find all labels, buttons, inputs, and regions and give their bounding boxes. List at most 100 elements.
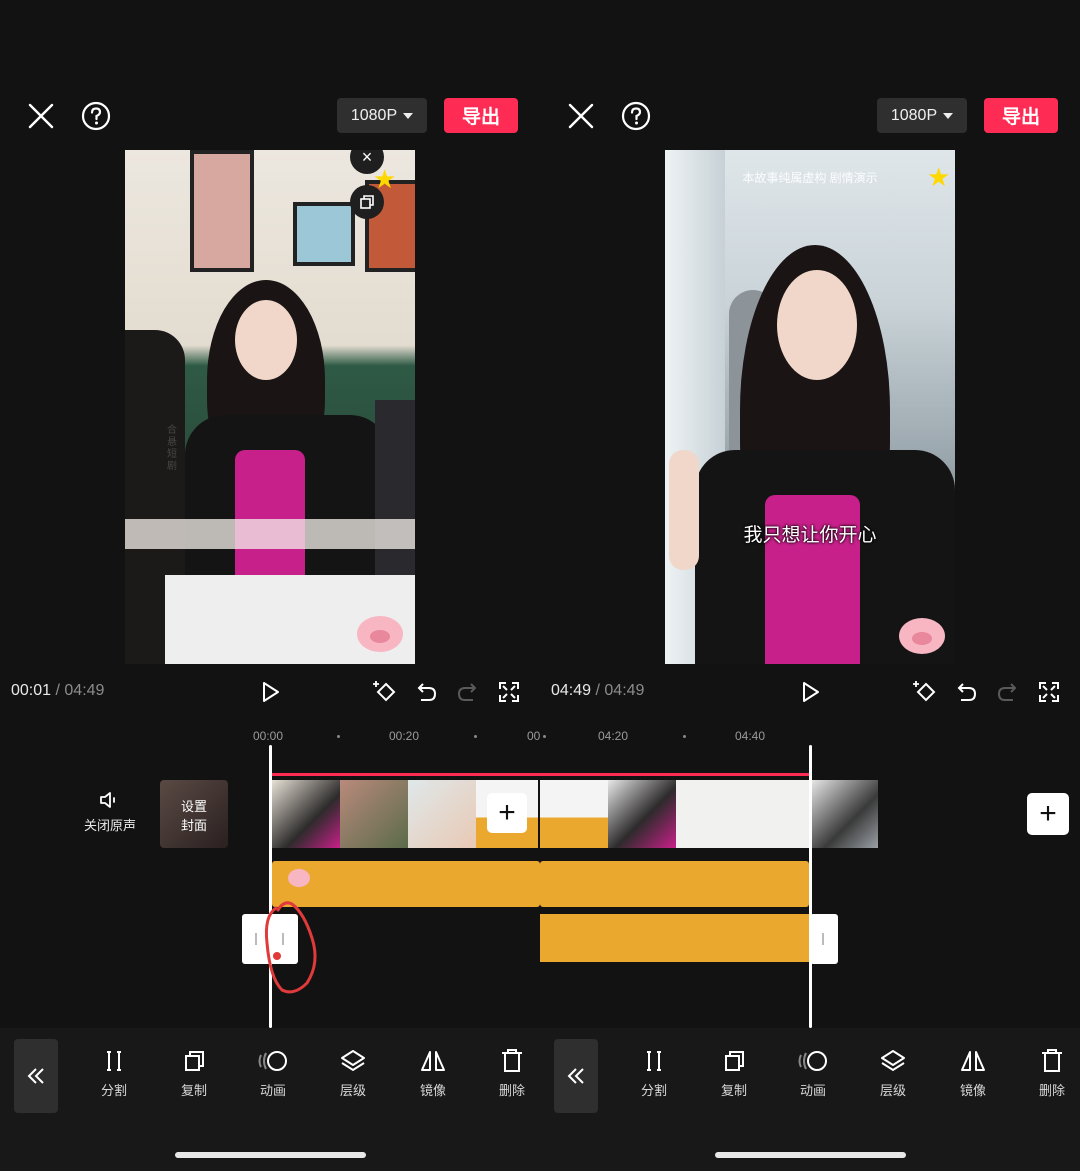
tool-split[interactable]: 分割 [86,1048,142,1099]
resolution-dropdown[interactable]: 1080P [877,98,967,133]
tool-delete[interactable]: 删除 [1024,1048,1080,1099]
collapse-toolbar-button[interactable] [554,1039,598,1113]
double-chevron-left-icon [567,1068,584,1084]
animation-icon [258,1051,287,1071]
delete-icon [1042,1049,1062,1072]
video-preview[interactable]: 合悬短剧 ★ × [125,150,415,664]
tool-layers[interactable]: 层级 [325,1048,381,1099]
timeline-ruler: 04:20 04:40 [540,727,1080,747]
tool-delete[interactable]: 删除 [484,1048,540,1099]
pig-sticker-icon[interactable] [899,618,945,654]
bottom-toolbar: 分割 复制 动画 层级 镜像 删除 [0,1028,540,1171]
ruler-dot [683,735,686,738]
right-editor-panel: 1080P 导出 本故事纯属虚构 剧情演示 我只想让你开心 ★ 04:49 / … [540,0,1080,1171]
caret-down-icon [943,112,954,119]
playhead[interactable] [809,745,812,1028]
clip-thumbnail [676,780,812,848]
tool-layers[interactable]: 层级 [865,1048,921,1099]
subtitle-text[interactable]: 我只想让你开心 [665,520,955,547]
keyframe-icon[interactable] [911,678,939,706]
tool-animation[interactable]: 动画 [245,1048,301,1099]
keyframe-icon[interactable] [371,678,399,706]
close-icon[interactable] [566,101,596,131]
person-face [235,300,297,380]
tool-copy[interactable]: 复制 [706,1048,762,1099]
disclaimer-text: 本故事纯属虚构 剧情演示 [742,171,878,185]
add-transition-button[interactable]: + [487,793,527,833]
total-duration: 04:49 [604,682,645,699]
collapse-toolbar-button[interactable] [14,1039,58,1113]
tool-label: 分割 [100,1083,127,1098]
top-bar: 1080P 导出 [0,0,540,150]
current-time: 04:49 [551,682,592,699]
pig-sticker-icon[interactable] [357,616,403,652]
clip-thumbnail [340,780,408,848]
tool-animation[interactable]: 动画 [785,1048,841,1099]
side-watermark: 合悬短剧 [167,425,177,472]
redo-icon[interactable] [454,678,482,706]
export-button[interactable]: 导出 [444,98,518,133]
tool-label: 动画 [799,1083,826,1098]
tool-label: 层级 [879,1083,906,1098]
clip-thumbnail [540,780,608,848]
ruler-tick: 04:20 [598,729,629,743]
bottom-toolbar: 分割 复制 动画 层级 镜像 删除 [540,1028,1080,1171]
hand-drawn-circle-annotation [264,901,317,994]
tool-split[interactable]: 分割 [626,1048,682,1099]
tool-copy[interactable]: 复制 [166,1048,222,1099]
home-indicator [175,1152,366,1158]
play-icon[interactable] [256,678,284,706]
clip-thumbnail [608,780,676,848]
tool-label: 分割 [640,1083,667,1098]
timeline-ruler: 00:00 00:20 00: [0,727,540,747]
cover-label-line2: 封面 [180,818,207,833]
help-icon[interactable] [620,100,652,132]
tool-label: 复制 [180,1083,207,1098]
play-icon[interactable] [796,678,824,706]
tool-mirror[interactable]: 镜像 [945,1048,1001,1099]
resolution-label: 1080P [350,106,398,124]
star-sticker-icon[interactable]: ★ [927,162,950,193]
person-top [235,450,305,585]
ruler-dot [337,735,340,738]
text-track[interactable] [540,914,810,962]
video-preview[interactable]: 本故事纯属虚构 剧情演示 我只想让你开心 ★ [665,150,955,664]
ruler-dot [474,735,477,738]
background-person [375,400,415,590]
sticker-track[interactable] [540,861,809,907]
resolution-dropdown[interactable]: 1080P [337,98,427,133]
resolution-label: 1080P [890,106,938,124]
ruler-tick: 00: [527,729,540,743]
mute-original-audio-button[interactable]: 关闭原声 [80,789,140,834]
layers-icon [341,1050,365,1072]
top-bar: 1080P 导出 [540,0,1080,150]
close-icon[interactable] [26,101,56,131]
cover-label-line1: 设置 [180,799,207,814]
layers-icon [881,1050,905,1072]
fullscreen-icon[interactable] [495,678,523,706]
sticker-copy-icon[interactable] [350,185,384,219]
tool-label: 镜像 [959,1083,986,1098]
export-button[interactable]: 导出 [984,98,1058,133]
left-editor-panel: 1080P 导出 合悬短剧 ★ × 00:01 / 04:49 00:00 00… [0,0,540,1171]
add-clip-button[interactable]: + [1027,793,1069,835]
ruler-dot [543,735,546,738]
help-icon[interactable] [80,100,112,132]
undo-icon[interactable] [952,678,980,706]
clip-thumbnail [812,780,878,848]
playback-controls: 00:01 / 04:49 [0,672,540,712]
time-display: 04:49 / 04:49 [551,682,644,700]
set-cover-button[interactable]: 设置 封面 [160,780,228,848]
tool-mirror[interactable]: 镜像 [405,1048,461,1099]
blurred-band [125,519,415,549]
total-duration: 04:49 [64,682,105,699]
current-time: 00:01 [11,682,52,699]
redo-icon[interactable] [994,678,1022,706]
clip-thumbnail [272,780,340,848]
video-clip-strip[interactable] [540,780,878,848]
trim-handle[interactable] [810,914,838,964]
undo-icon[interactable] [412,678,440,706]
fullscreen-icon[interactable] [1035,678,1063,706]
tool-label: 复制 [720,1083,747,1098]
copy-icon [185,1051,204,1071]
